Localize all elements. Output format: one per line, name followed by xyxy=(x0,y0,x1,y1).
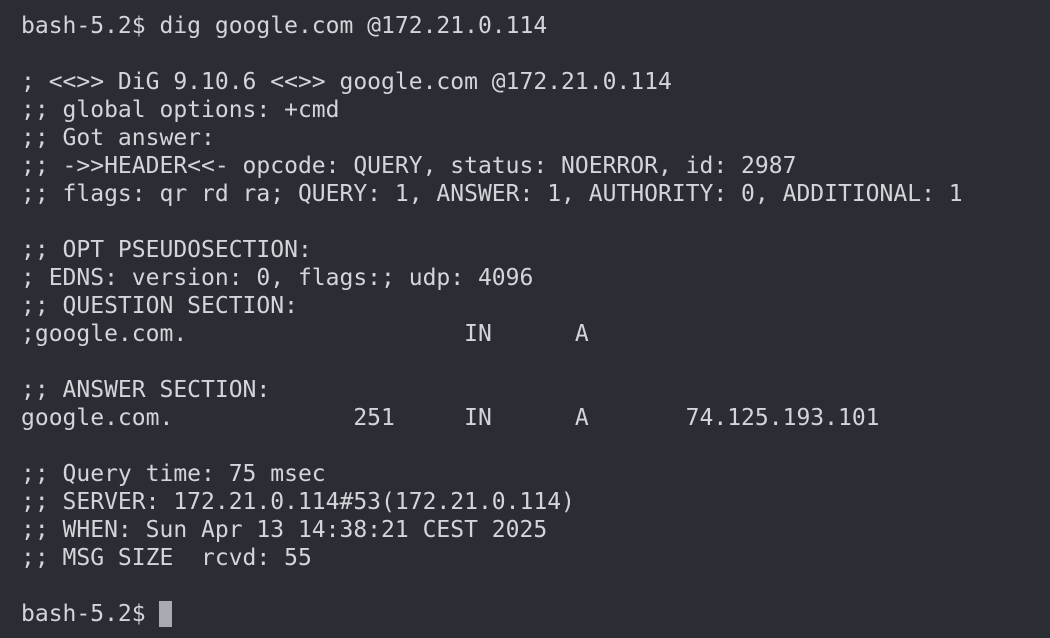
query-time-line: ;; Query time: 75 msec xyxy=(21,461,326,487)
header-line: ;; ->>HEADER<<- opcode: QUERY, status: N… xyxy=(21,153,797,179)
shell-prompt: bash-5.2$ xyxy=(21,601,160,627)
flags-line: ;; flags: qr rd ra; QUERY: 1, ANSWER: 1,… xyxy=(21,181,963,207)
answer-record: google.com. 251 IN A 74.125.193.101 xyxy=(21,405,880,431)
when-line: ;; WHEN: Sun Apr 13 14:38:21 CEST 2025 xyxy=(21,517,548,543)
edns-line: ; EDNS: version: 0, flags:; udp: 4096 xyxy=(21,265,534,291)
text-cursor xyxy=(159,601,173,627)
got-answer-line: ;; Got answer: xyxy=(21,125,215,151)
command-line: bash-5.2$ dig google.com @172.21.0.114 xyxy=(21,13,548,39)
terminal-window[interactable]: bash-5.2$ dig google.com @172.21.0.114 ;… xyxy=(0,0,1050,638)
question-record: ;google.com. IN A xyxy=(21,321,589,347)
global-options-line: ;; global options: +cmd xyxy=(21,97,340,123)
dig-version-line: ; <<>> DiG 9.10.6 <<>> google.com @172.2… xyxy=(21,69,672,95)
server-line: ;; SERVER: 172.21.0.114#53(172.21.0.114) xyxy=(21,489,575,515)
question-section-heading: ;; QUESTION SECTION: xyxy=(21,293,298,319)
opt-pseudosection-heading: ;; OPT PSEUDOSECTION: xyxy=(21,237,312,263)
msg-size-line: ;; MSG SIZE rcvd: 55 xyxy=(21,545,312,571)
answer-section-heading: ;; ANSWER SECTION: xyxy=(21,377,271,403)
prompt-line[interactable]: bash-5.2$ xyxy=(21,600,1050,628)
